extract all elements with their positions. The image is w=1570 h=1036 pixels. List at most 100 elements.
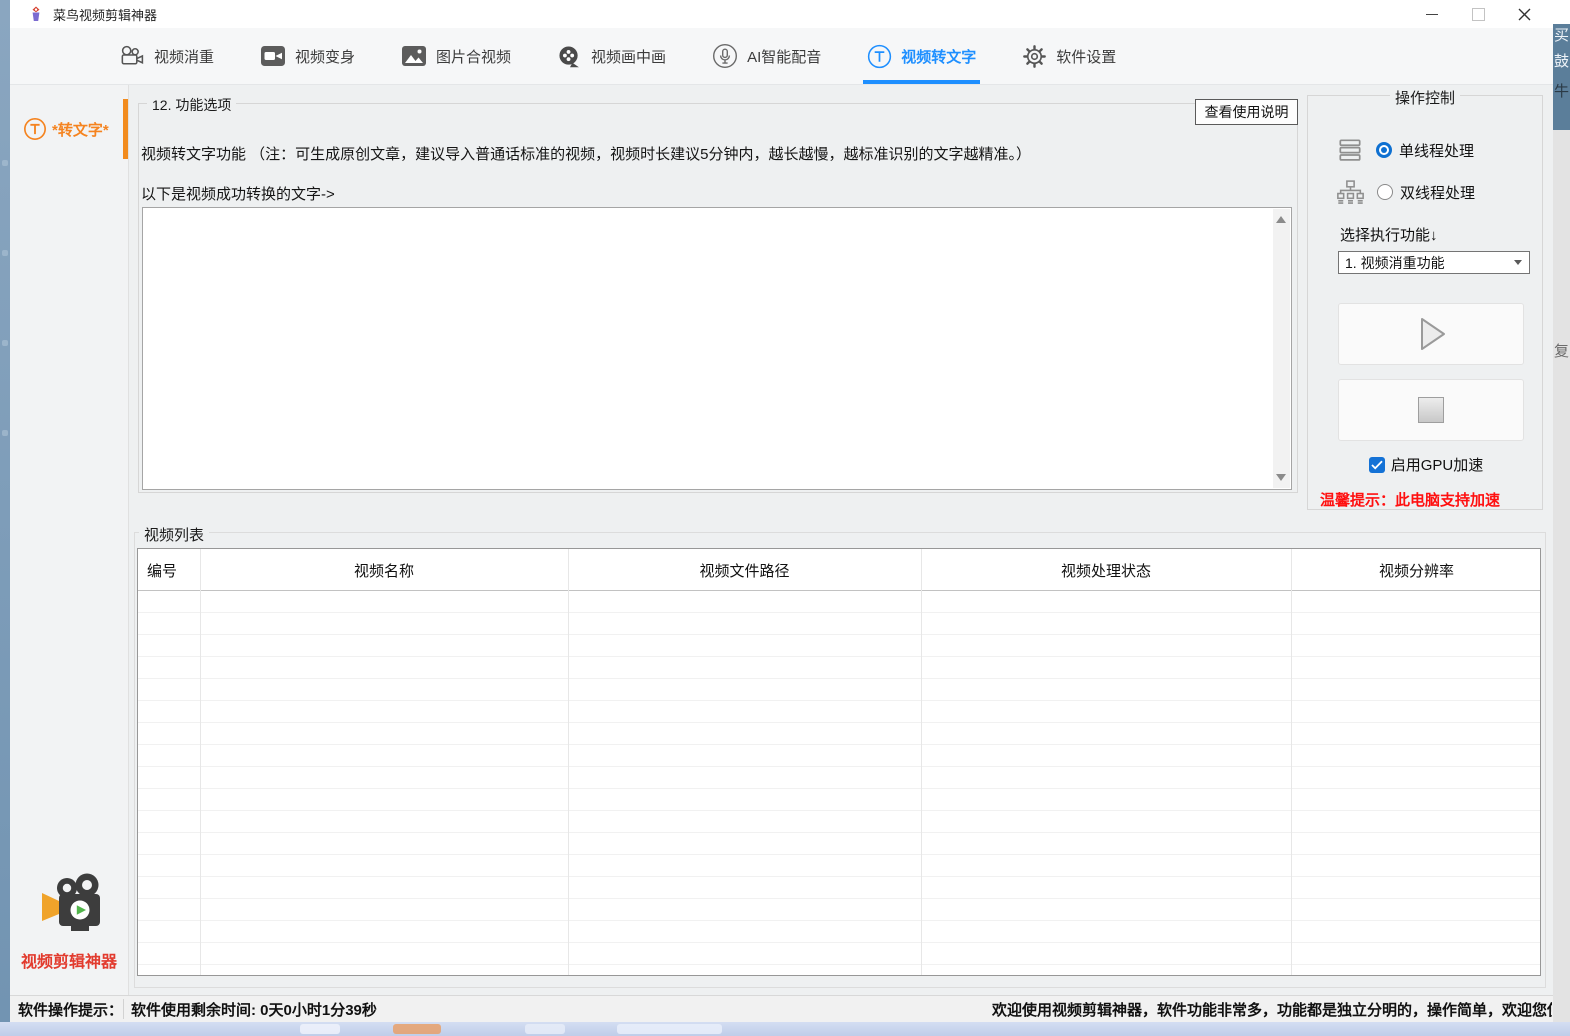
scroll-down-icon[interactable] xyxy=(1276,474,1286,481)
tab-video-to-text[interactable]: 视频转文字 xyxy=(867,28,976,84)
image-icon xyxy=(401,45,427,67)
scrollbar[interactable] xyxy=(1273,209,1290,488)
screen: 买 鼓 牛 复 菜鸟视频剪辑神器 xyxy=(0,0,1570,1036)
windows-taskbar[interactable] xyxy=(0,1022,1570,1036)
app-logo: 视频剪辑神器 xyxy=(10,873,128,972)
desktop-icon-fragment xyxy=(2,430,8,436)
column-divider xyxy=(921,549,922,975)
single-thread-option[interactable]: 单线程处理 xyxy=(1308,134,1544,166)
table-body xyxy=(138,591,1540,976)
welcome-text: 欢迎使用视频剪辑神器，软件功能非常多，功能都是独立分明的，操作简单，欢迎您使 xyxy=(992,996,1552,1022)
desktop-icon-fragment xyxy=(2,340,8,346)
group-title: 12. 功能选项 xyxy=(147,95,236,115)
gpu-acceleration-option[interactable]: 启用GPU加速 xyxy=(1308,454,1544,475)
close-button[interactable] xyxy=(1501,0,1547,28)
tab-picture-in-picture[interactable]: 视频画中画 xyxy=(557,28,666,84)
column-divider xyxy=(200,549,201,975)
maximize-icon xyxy=(1472,8,1485,21)
column-header-path[interactable]: 视频文件路径 xyxy=(568,549,921,591)
tab-ai-dubbing[interactable]: AI智能配音 xyxy=(712,28,821,84)
chevron-down-icon xyxy=(1514,260,1522,265)
function-select-value: 1. 视频消重功能 xyxy=(1345,253,1514,273)
single-thread-icon xyxy=(1336,136,1364,164)
title-bar: 菜鸟视频剪辑神器 xyxy=(10,0,1553,28)
checkbox-checked-icon[interactable] xyxy=(1369,457,1385,473)
view-instructions-button[interactable]: 查看使用说明 xyxy=(1195,99,1298,125)
dual-thread-option[interactable]: 双线程处理 xyxy=(1308,176,1544,208)
sidebar: *转文字* 视频剪辑神器 xyxy=(10,85,129,995)
film-reel-icon xyxy=(557,45,582,68)
desktop-right-strip: 买 鼓 牛 复 xyxy=(1553,0,1570,1022)
group-title: 操作控制 xyxy=(1390,87,1460,108)
desktop-icon-fragment xyxy=(2,250,8,256)
start-button[interactable] xyxy=(1338,303,1524,365)
scroll-up-icon[interactable] xyxy=(1276,216,1286,223)
camcorder-icon xyxy=(260,45,286,67)
minimize-button[interactable] xyxy=(1409,0,1455,28)
background-text-fragment: 牛 xyxy=(1554,84,1569,99)
column-header-name[interactable]: 视频名称 xyxy=(200,549,568,591)
status-divider xyxy=(123,999,124,1019)
background-text-fragment: 复 xyxy=(1554,344,1569,359)
background-text-fragment: 鼓 xyxy=(1554,54,1569,69)
content-area: *转文字* 视频剪辑神器 xyxy=(10,85,1553,995)
letter-t-circle-icon xyxy=(867,44,892,69)
minimize-icon xyxy=(1426,14,1438,15)
tab-image-to-video[interactable]: 图片合视频 xyxy=(401,28,511,84)
tab-label: 视频消重 xyxy=(154,46,214,67)
taskbar-icon[interactable] xyxy=(300,1024,340,1034)
column-divider xyxy=(568,549,569,975)
tab-label: AI智能配音 xyxy=(747,46,821,67)
letter-t-circle-icon xyxy=(23,117,47,141)
gpu-support-tip: 温馨提示：此电脑支持加速 xyxy=(1320,489,1500,510)
function-select[interactable]: 1. 视频消重功能 xyxy=(1338,251,1530,274)
taskbar-icon[interactable] xyxy=(617,1024,722,1034)
tab-label: 图片合视频 xyxy=(436,46,511,67)
column-header-resolution[interactable]: 视频分辨率 xyxy=(1291,549,1541,591)
close-icon xyxy=(1518,8,1531,21)
stop-button[interactable] xyxy=(1338,379,1524,441)
tab-video-dedup[interactable]: 视频消重 xyxy=(118,28,214,84)
tab-settings[interactable]: 软件设置 xyxy=(1022,28,1116,84)
taskbar-icon[interactable] xyxy=(393,1024,441,1034)
window-title: 菜鸟视频剪辑神器 xyxy=(53,5,157,24)
desktop-icon-fragment xyxy=(2,160,8,166)
play-icon xyxy=(1409,312,1453,356)
maximize-button[interactable] xyxy=(1455,0,1501,28)
tab-label: 视频转文字 xyxy=(901,46,976,67)
sidebar-item-to-text[interactable]: *转文字* xyxy=(10,99,128,159)
tab-label: 视频变身 xyxy=(295,46,355,67)
movie-camera-logo-icon xyxy=(31,873,107,939)
column-header-number[interactable]: 编号 xyxy=(138,549,200,591)
status-bar: 软件操作提示： 软件使用剩余时间: 0天0小时1分39秒 欢迎使用视频剪辑神器，… xyxy=(10,995,1553,1022)
app-icon xyxy=(28,6,44,22)
tab-video-transform[interactable]: 视频变身 xyxy=(260,28,355,84)
gear-icon xyxy=(1022,44,1047,69)
radio-label: 双线程处理 xyxy=(1400,182,1475,203)
movie-camera-icon xyxy=(118,44,145,68)
desktop-left-strip xyxy=(0,0,10,1022)
status-label: 软件操作提示： xyxy=(18,996,123,1022)
video-list-table[interactable]: 编号 视频名称 视频文件路径 视频处理状态 视频分辨率 xyxy=(137,548,1541,976)
group-title: 视频列表 xyxy=(139,524,209,545)
remaining-time-text: 软件使用剩余时间: 0天0小时1分39秒 xyxy=(131,996,377,1022)
background-text-fragment: 买 xyxy=(1554,28,1569,43)
function-description: 视频转文字功能 （注：可生成原创文章，建议导入普通话标准的视频，视频时长建议5分… xyxy=(141,143,1031,164)
active-item-indicator xyxy=(123,99,128,159)
result-label: 以下是视频成功转换的文字-> xyxy=(141,183,335,204)
radio-unselected-icon[interactable] xyxy=(1377,184,1393,200)
main-tab-bar: 视频消重 视频变身 图片合视频 xyxy=(10,28,1553,85)
active-tab-underline xyxy=(863,80,980,84)
dual-thread-icon xyxy=(1336,179,1365,206)
sidebar-item-label: *转文字* xyxy=(52,119,109,140)
tab-label: 视频画中画 xyxy=(591,46,666,67)
transcript-textarea[interactable] xyxy=(142,207,1292,490)
operation-control-group: 操作控制 单线程处理 xyxy=(1307,95,1543,510)
radio-label: 单线程处理 xyxy=(1399,140,1474,161)
taskbar-icon[interactable] xyxy=(525,1024,565,1034)
column-header-status[interactable]: 视频处理状态 xyxy=(921,549,1291,591)
radio-selected-icon[interactable] xyxy=(1376,142,1392,158)
logo-text: 视频剪辑神器 xyxy=(10,948,128,972)
checkbox-label: 启用GPU加速 xyxy=(1391,454,1484,475)
stop-icon xyxy=(1418,397,1444,423)
